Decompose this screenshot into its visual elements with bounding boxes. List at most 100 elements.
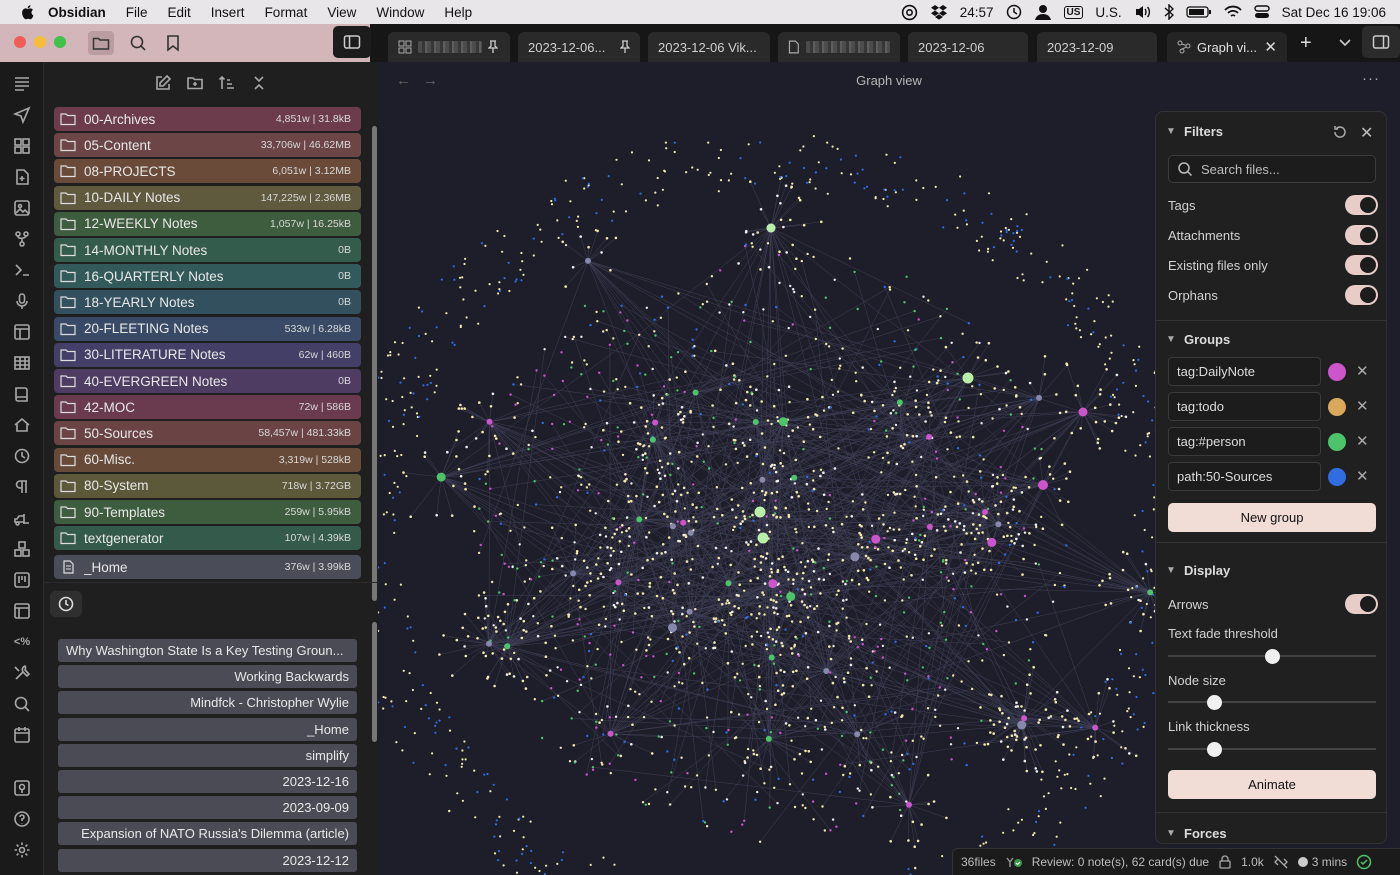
graph-node[interactable] — [807, 579, 811, 583]
graph-node[interactable] — [499, 835, 502, 838]
graph-node[interactable] — [577, 588, 581, 592]
graph-node[interactable] — [1075, 327, 1078, 330]
graph-node[interactable] — [677, 467, 680, 470]
graph-node[interactable] — [385, 511, 388, 514]
calendar-button[interactable] — [12, 725, 32, 745]
graph-node[interactable] — [737, 713, 741, 716]
graph-node[interactable] — [532, 254, 535, 257]
graph-node[interactable] — [545, 674, 548, 677]
graph-node[interactable] — [1124, 747, 1127, 750]
graph-node[interactable] — [869, 568, 872, 571]
graph-node[interactable] — [584, 584, 587, 588]
graph-node[interactable] — [392, 513, 395, 516]
graph-node[interactable] — [944, 529, 947, 533]
graph-node[interactable] — [630, 743, 633, 746]
graph-node[interactable] — [1033, 543, 1036, 547]
graph-node[interactable] — [1063, 585, 1066, 589]
graph-node[interactable] — [558, 490, 562, 494]
graph-node[interactable] — [596, 647, 599, 651]
graph-node[interactable] — [1002, 535, 1006, 538]
graph-node[interactable] — [737, 594, 740, 597]
graph-node[interactable] — [946, 388, 949, 392]
graph-node[interactable] — [1004, 226, 1007, 230]
graph-node[interactable] — [1057, 733, 1060, 737]
graph-node[interactable] — [914, 405, 918, 409]
graph-node[interactable] — [817, 577, 821, 581]
graph-node[interactable] — [538, 869, 541, 873]
graph-node[interactable] — [939, 571, 943, 574]
graph-node[interactable] — [1048, 473, 1052, 476]
graph-node[interactable] — [741, 774, 745, 777]
graph-node[interactable] — [602, 605, 606, 608]
graph-node[interactable] — [996, 476, 999, 479]
graph-node[interactable] — [699, 306, 702, 309]
graph-node[interactable] — [733, 676, 737, 679]
graph-node[interactable] — [1041, 281, 1044, 284]
graph-node[interactable] — [635, 648, 638, 651]
graph-node[interactable] — [645, 535, 648, 539]
graph-node[interactable] — [1021, 715, 1028, 722]
graph-node[interactable] — [802, 448, 805, 451]
graph-node[interactable] — [557, 236, 560, 239]
graph-node[interactable] — [889, 412, 893, 415]
graph-node[interactable] — [1044, 708, 1048, 711]
graph-node[interactable] — [492, 783, 495, 786]
input-source-label[interactable]: U.S. — [1095, 5, 1121, 20]
graph-node[interactable] — [1135, 586, 1138, 589]
graph-node[interactable] — [923, 534, 927, 537]
graph-node[interactable] — [436, 472, 446, 482]
graph-node[interactable] — [518, 817, 521, 820]
graph-node[interactable] — [808, 181, 811, 184]
graph-node[interactable] — [978, 523, 982, 527]
graph-node[interactable] — [644, 803, 647, 806]
graph-node[interactable] — [1032, 477, 1035, 480]
graph-node[interactable] — [956, 502, 960, 505]
graph-node[interactable] — [540, 699, 544, 703]
graph-node[interactable] — [965, 223, 969, 226]
graph-node[interactable] — [644, 199, 647, 202]
graph-node[interactable] — [585, 363, 588, 366]
graph-node[interactable] — [902, 611, 906, 614]
graph-node[interactable] — [1108, 576, 1112, 580]
graph-node[interactable] — [777, 777, 780, 781]
graph-node[interactable] — [837, 447, 840, 450]
graph-node[interactable] — [1136, 728, 1139, 731]
graph-node[interactable] — [768, 806, 771, 809]
graph-node[interactable] — [1124, 415, 1128, 419]
graph-node[interactable] — [761, 591, 764, 594]
graph-node[interactable] — [820, 220, 823, 224]
graph-node[interactable] — [906, 679, 909, 682]
graph-node[interactable] — [448, 729, 452, 732]
graph-node[interactable] — [1010, 539, 1013, 543]
graph-node[interactable] — [849, 657, 853, 660]
graph-node[interactable] — [609, 771, 612, 775]
graph-node[interactable] — [1139, 444, 1142, 447]
graph-node[interactable] — [779, 176, 782, 179]
graph-node[interactable] — [808, 423, 812, 426]
graph-node[interactable] — [759, 767, 762, 770]
graph-node[interactable] — [654, 788, 657, 791]
graph-node[interactable] — [1068, 753, 1071, 756]
graph-node[interactable] — [1150, 570, 1153, 573]
graph-node[interactable] — [615, 579, 622, 586]
recent-file-item[interactable]: Expansion of NATO Russia's Dilemma (arti… — [58, 822, 357, 846]
daily-note-button[interactable] — [12, 167, 32, 187]
graph-node[interactable] — [982, 642, 985, 646]
graph-node[interactable] — [586, 566, 589, 569]
graph-node[interactable] — [896, 399, 903, 406]
graph-node[interactable] — [1131, 587, 1134, 590]
graph-node[interactable] — [732, 378, 736, 381]
graph-node[interactable] — [792, 582, 795, 585]
graph-node[interactable] — [1094, 715, 1097, 718]
graph-node[interactable] — [512, 675, 516, 678]
graph-node[interactable] — [620, 304, 623, 307]
graph-node[interactable] — [604, 625, 607, 628]
graph-node[interactable] — [675, 376, 678, 379]
graph-node[interactable] — [1058, 275, 1061, 278]
graph-node[interactable] — [451, 674, 454, 677]
graph-node[interactable] — [890, 710, 893, 713]
graph-node[interactable] — [618, 526, 622, 529]
graph-node[interactable] — [463, 612, 467, 616]
graph-node[interactable] — [403, 725, 407, 729]
graph-node[interactable] — [999, 465, 1002, 469]
